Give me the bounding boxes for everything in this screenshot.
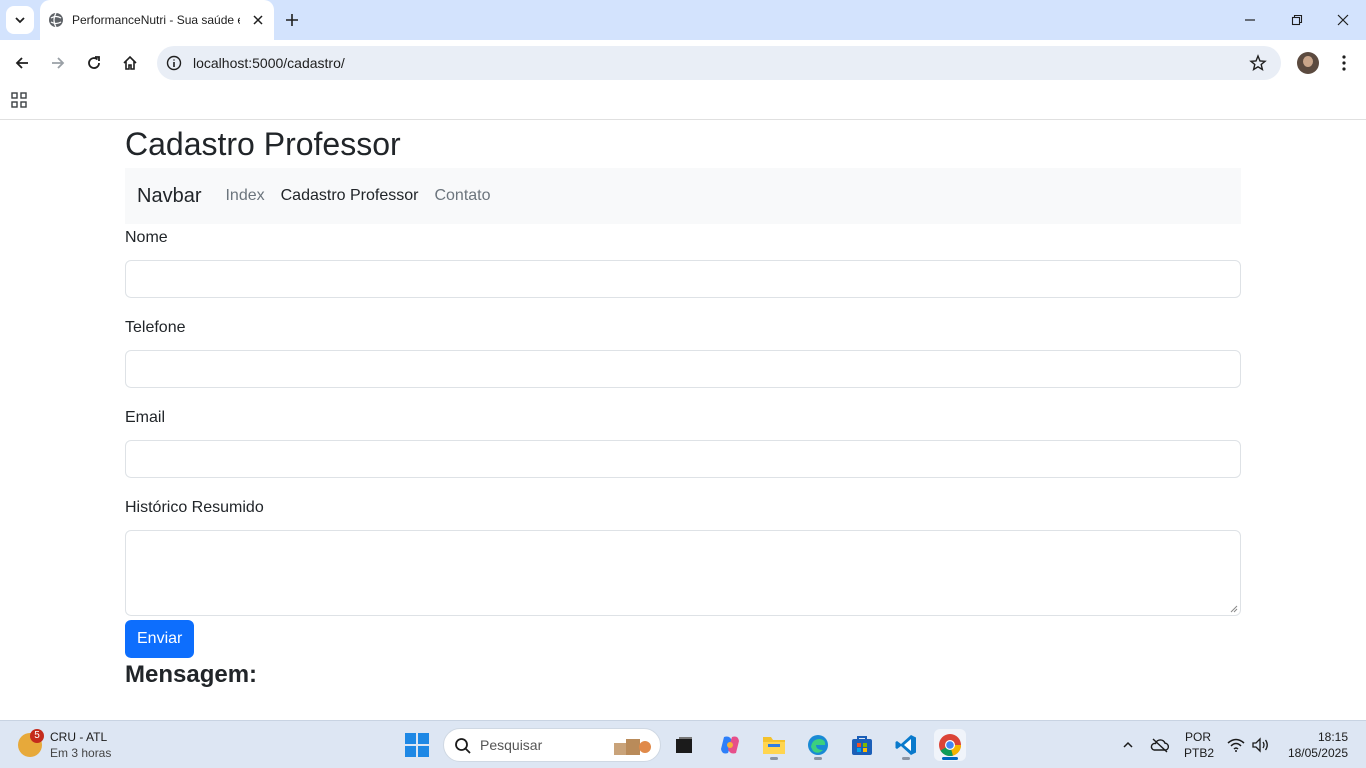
bookmark-star-icon[interactable] [1249,54,1267,72]
weather-title: CRU - ATL [50,730,108,744]
wifi-icon[interactable] [1226,735,1246,755]
chrome-icon [939,734,961,757]
home-icon [123,55,137,70]
volume-icon[interactable] [1250,735,1270,755]
bookmarks-bar [0,86,1366,120]
chevron-down-icon [15,17,25,24]
start-button[interactable] [405,733,429,757]
taskbar: 5 CRU - ATL Em 3 horas Pesquisar POR PTB… [0,720,1366,768]
nome-label: Nome [125,229,168,246]
telefone-input[interactable] [125,350,1241,388]
message-heading: Mensagem: [125,661,258,688]
show-hidden-icons-button[interactable] [1118,735,1138,755]
field-nome: Nome [125,228,1241,314]
clock-time[interactable]: 18:15 [1300,730,1348,744]
keyboard-layout[interactable]: PTB2 [1184,746,1214,760]
close-tab-icon[interactable] [250,12,266,28]
notification-badge: 5 [30,729,44,743]
chrome-menu-button[interactable] [1332,51,1356,75]
folder-icon [763,737,785,754]
nav-link-contato[interactable]: Contato [434,187,490,205]
edge-button[interactable] [802,729,834,761]
tab-strip: PerformanceNutri - Sua saúde e [0,0,1366,40]
vscode-button[interactable] [890,729,922,761]
new-tab-button[interactable] [282,10,302,30]
search-highlight-icon [614,739,651,755]
arrow-right-icon [52,57,65,69]
resize-grip-icon[interactable] [1230,605,1238,613]
submit-button[interactable]: Enviar [125,620,195,658]
search-placeholder: Pesquisar [480,737,543,753]
email-label: Email [125,409,166,426]
globe-icon [48,12,64,28]
back-button[interactable] [10,51,34,75]
telefone-label: Telefone [125,319,186,336]
vscode-icon [895,735,916,755]
forward-button[interactable] [46,51,70,75]
page-title: Cadastro Professor [125,126,401,162]
historico-textarea[interactable] [125,530,1241,616]
close-window-button[interactable] [1333,10,1353,30]
tab-title: PerformanceNutri - Sua saúde e [72,13,240,27]
weather-widget[interactable]: 5 CRU - ATL Em 3 horas [18,729,118,761]
close-icon [1337,14,1349,26]
copilot-icon [721,736,739,754]
nav-link-cadastro-professor[interactable]: Cadastro Professor [281,187,419,205]
cadastro-form: Nome Telefone Email Histórico Resumido E… [125,228,1241,658]
apps-grid-icon[interactable] [11,92,29,110]
taskbar-search[interactable]: Pesquisar [443,728,661,762]
windows-logo-icon [405,733,416,744]
search-icon [454,737,472,755]
copilot-button[interactable] [714,729,746,761]
minimize-button[interactable] [1240,10,1260,30]
weather-subtitle: Em 3 horas [50,746,112,760]
task-view-icon [676,737,692,753]
nome-input[interactable] [125,260,1241,298]
field-telefone: Telefone [125,318,1241,404]
restore-icon [1291,14,1303,26]
historico-label: Histórico Resumido [125,499,264,516]
clock-date[interactable]: 18/05/2025 [1280,746,1348,760]
more-vertical-icon [1342,55,1346,71]
profile-avatar[interactable] [1297,52,1319,74]
url-text: localhost:5000/cadastro/ [193,55,345,71]
page-content: Cadastro Professor Navbar Index Cadastro… [125,121,1241,689]
store-icon [852,736,872,755]
home-button[interactable] [118,51,142,75]
restore-button[interactable] [1287,10,1307,30]
nav-link-index[interactable]: Index [225,187,264,205]
edge-icon [808,735,828,755]
browser-tab[interactable]: PerformanceNutri - Sua saúde e [40,0,274,40]
arrow-left-icon [15,57,28,69]
chrome-button[interactable] [934,729,966,761]
tab-search-button[interactable] [6,6,34,34]
reload-button[interactable] [82,51,106,75]
field-historico: Histórico Resumido [125,498,1241,620]
task-view-button[interactable] [668,729,700,761]
address-bar[interactable]: localhost:5000/cadastro/ [157,46,1281,80]
language-indicator[interactable]: POR [1184,730,1212,744]
browser-toolbar: localhost:5000/cadastro/ [0,40,1366,86]
file-explorer-button[interactable] [758,729,790,761]
email-input[interactable] [125,440,1241,478]
plus-icon [286,14,298,26]
onedrive-offline-icon[interactable] [1150,735,1170,755]
info-icon[interactable] [165,54,183,72]
field-email: Email [125,408,1241,494]
navbar-brand[interactable]: Navbar [137,185,201,208]
store-button[interactable] [846,729,878,761]
navbar: Navbar Index Cadastro Professor Contato [125,168,1241,224]
reload-icon [88,56,100,69]
minimize-icon [1245,19,1255,21]
chevron-up-icon [1123,741,1133,748]
